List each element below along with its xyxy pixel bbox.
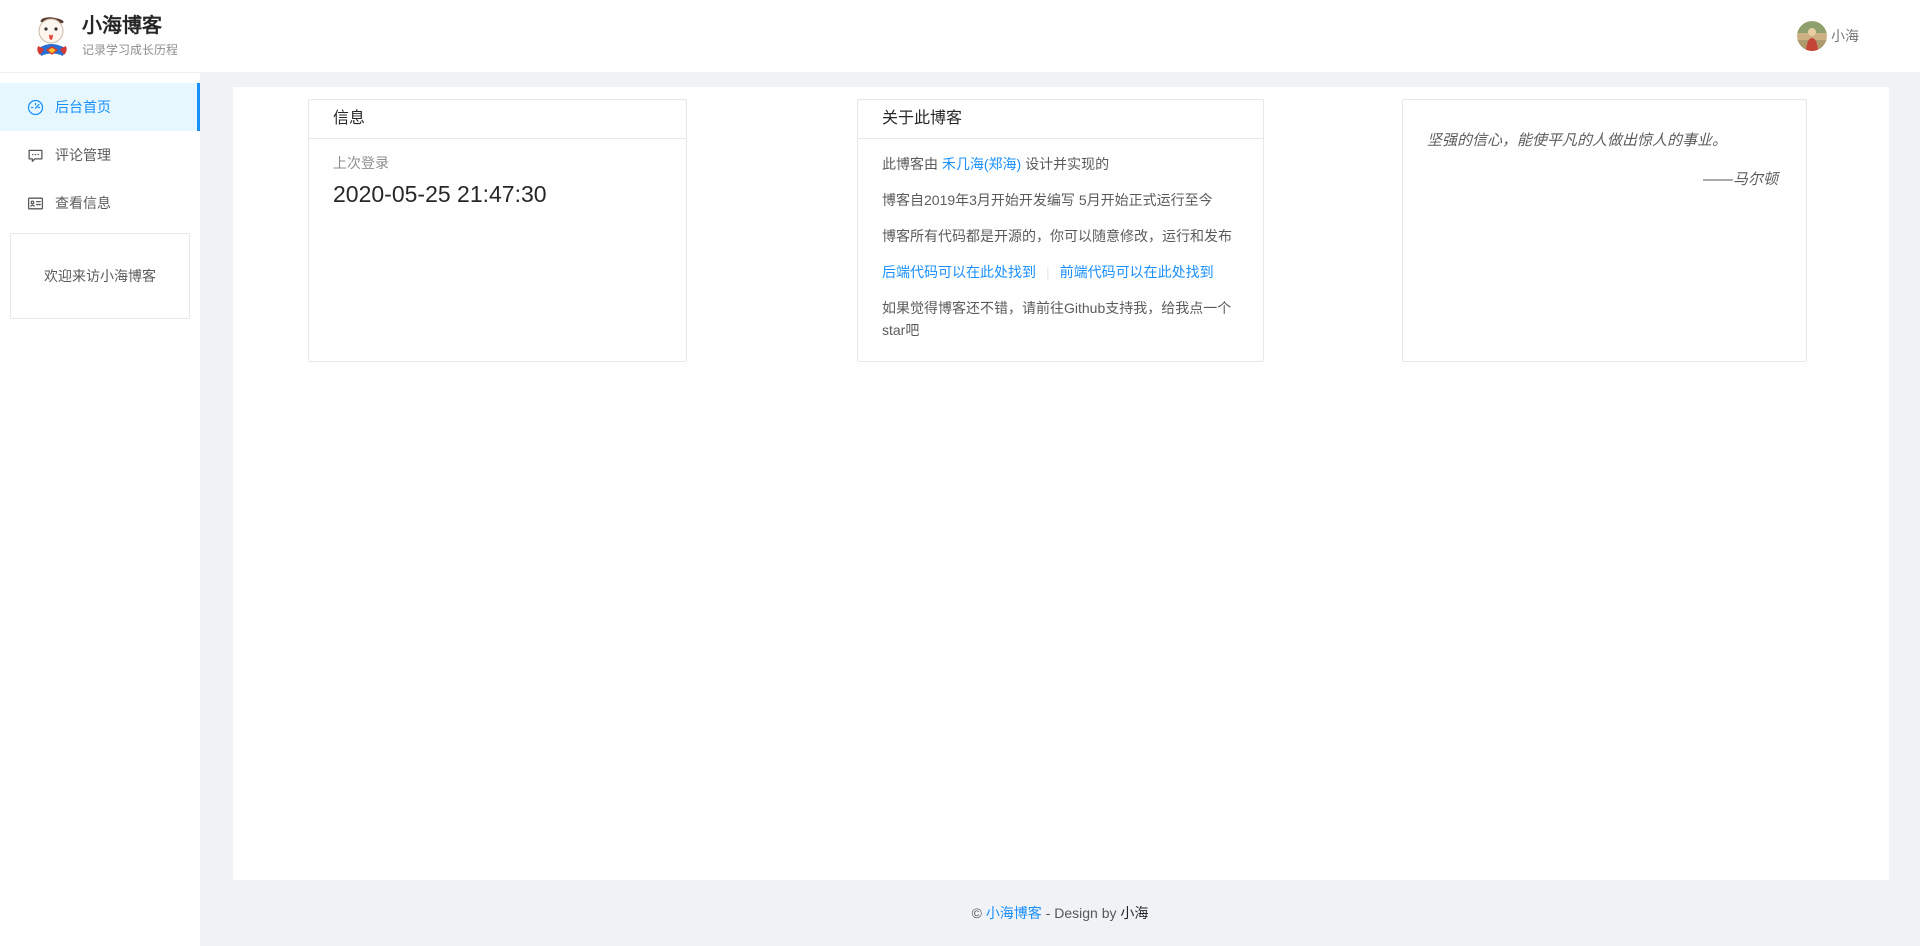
welcome-box: 欢迎来访小海博客 [10, 233, 190, 319]
user-name: 小海 [1831, 26, 1859, 46]
content-panel: 信息 上次登录 2020-05-25 21:47:30 关于此博客 此博客由 禾… [233, 87, 1889, 880]
last-login-label: 上次登录 [333, 153, 662, 173]
comment-icon [27, 147, 44, 164]
brand: 小海博客 记录学习成长历程 [35, 14, 178, 58]
sidebar-item-label: 查看信息 [55, 193, 111, 213]
sidebar-item-info[interactable]: 查看信息 [0, 179, 200, 227]
about-paragraph-history: 博客自2019年3月开始开发编写 5月开始正式运行至今 [882, 189, 1239, 211]
footer-middle-text: - Design by [1042, 905, 1121, 921]
sidebar-item-dashboard[interactable]: 后台首页 [0, 83, 200, 131]
sidebar-item-label: 评论管理 [55, 145, 111, 165]
author-link[interactable]: 禾几海(郑海) [942, 156, 1021, 172]
site-title: 小海博客 [82, 14, 178, 38]
about-paragraph-star: 如果觉得博客还不错，请前往Github支持我，给我点一个star吧 [882, 297, 1239, 341]
user-menu[interactable]: 小海 [1797, 21, 1859, 51]
app-header: 小海博客 记录学习成长历程 小海 [0, 0, 1920, 73]
sidebar: 后台首页 评论管理 查看信息 [0, 73, 200, 946]
blog-logo-icon [35, 16, 69, 56]
info-card: 信息 上次登录 2020-05-25 21:47:30 [308, 99, 687, 362]
about-author-suffix: 设计并实现的 [1021, 156, 1109, 172]
welcome-text: 欢迎来访小海博客 [44, 266, 156, 286]
last-login-value: 2020-05-25 21:47:30 [333, 181, 662, 208]
copyright-symbol: © [972, 905, 982, 921]
page-footer: © 小海博客 - Design by 小海 [200, 880, 1920, 923]
info-card-body: 上次登录 2020-05-25 21:47:30 [309, 139, 686, 222]
about-card: 关于此博客 此博客由 禾几海(郑海) 设计并实现的 博客自2019年3月开始开发… [857, 99, 1264, 362]
about-author-prefix: 此博客由 [882, 156, 942, 172]
dashboard-icon [27, 99, 44, 116]
info-card-title: 信息 [309, 100, 686, 139]
idcard-icon [27, 195, 44, 212]
main-area: 信息 上次登录 2020-05-25 21:47:30 关于此博客 此博客由 禾… [200, 73, 1920, 946]
about-paragraph-opensource: 博客所有代码都是开源的，你可以随意修改，运行和发布 [882, 225, 1239, 247]
quote-text: 坚强的信心，能使平凡的人做出惊人的事业。 [1427, 130, 1778, 152]
footer-designer-name: 小海 [1120, 905, 1148, 921]
cards-row: 信息 上次登录 2020-05-25 21:47:30 关于此博客 此博客由 禾… [308, 99, 1889, 362]
frontend-code-link[interactable]: 前端代码可以在此处找到 [1060, 264, 1214, 280]
sidebar-item-label: 后台首页 [55, 97, 111, 117]
user-avatar[interactable] [1797, 21, 1827, 51]
about-paragraph-author: 此博客由 禾几海(郑海) 设计并实现的 [882, 153, 1239, 175]
footer-site-link[interactable]: 小海博客 [986, 905, 1042, 921]
quote-card: 坚强的信心，能使平凡的人做出惊人的事业。 ——马尔顿 [1402, 99, 1807, 362]
about-card-body: 此博客由 禾几海(郑海) 设计并实现的 博客自2019年3月开始开发编写 5月开… [858, 139, 1263, 369]
backend-code-link[interactable]: 后端代码可以在此处找到 [882, 264, 1036, 280]
quote-body: 坚强的信心，能使平凡的人做出惊人的事业。 ——马尔顿 [1403, 100, 1806, 189]
quote-author: ——马尔顿 [1427, 168, 1778, 189]
about-paragraph-links: 后端代码可以在此处找到 | 前端代码可以在此处找到 [882, 261, 1239, 283]
main-layout: 后台首页 评论管理 查看信息 [0, 73, 1920, 946]
site-subtitle: 记录学习成长历程 [82, 41, 178, 58]
sidebar-item-comments[interactable]: 评论管理 [0, 131, 200, 179]
about-card-title: 关于此博客 [858, 100, 1263, 139]
link-divider: | [1046, 264, 1050, 280]
brand-text: 小海博客 记录学习成长历程 [82, 14, 178, 58]
